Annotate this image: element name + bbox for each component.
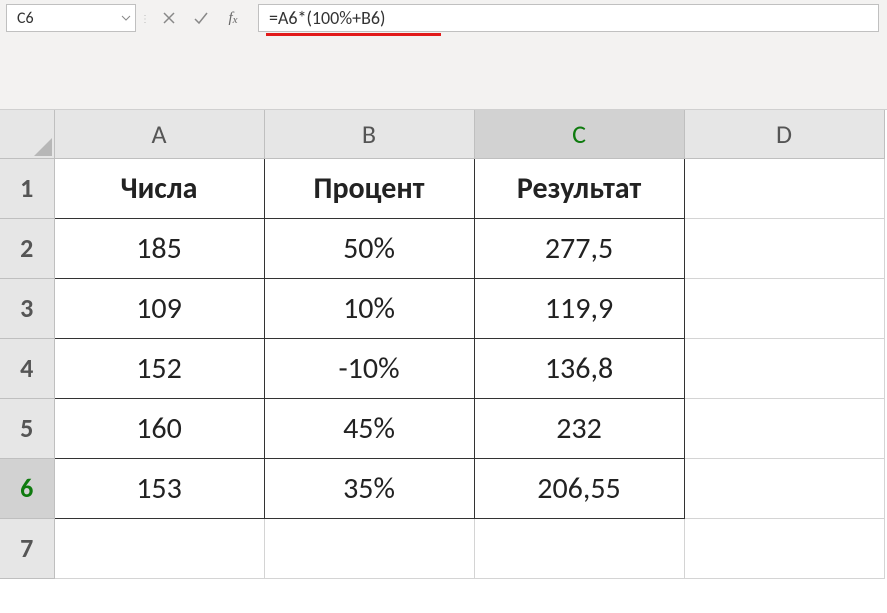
cell-a3[interactable]: 109 bbox=[54, 278, 264, 338]
name-box-value: C6 bbox=[17, 9, 34, 28]
row-header-5[interactable]: 5 bbox=[0, 398, 54, 458]
cell-d5[interactable] bbox=[684, 398, 884, 458]
row-header-7[interactable]: 7 bbox=[0, 518, 54, 578]
cell-a7[interactable] bbox=[54, 518, 264, 578]
cell-a4[interactable]: 152 bbox=[54, 338, 264, 398]
cell-d2[interactable] bbox=[684, 218, 884, 278]
cell-d1[interactable] bbox=[684, 158, 884, 218]
formula-bar-buttons: fx bbox=[150, 4, 252, 32]
fx-icon[interactable]: fx bbox=[222, 7, 244, 29]
cell-a1[interactable]: Числа bbox=[54, 158, 264, 218]
spreadsheet-grid: A B C D 1 Числа Процент Результат 2 185 … bbox=[0, 110, 887, 579]
formula-bar: C6 ⋮ fx =A6*(100%+B6) bbox=[0, 0, 887, 110]
cell-c6[interactable]: 206,55 bbox=[474, 458, 684, 518]
cell-c4[interactable]: 136,8 bbox=[474, 338, 684, 398]
cell-d6[interactable] bbox=[684, 458, 884, 518]
select-all-corner[interactable] bbox=[0, 110, 54, 158]
col-header-d[interactable]: D bbox=[684, 110, 884, 158]
cell-b4[interactable]: -10% bbox=[264, 338, 474, 398]
divider-handle[interactable]: ⋮ bbox=[142, 4, 148, 32]
cell-c7[interactable] bbox=[474, 518, 684, 578]
row-header-4[interactable]: 4 bbox=[0, 338, 54, 398]
cell-b1[interactable]: Процент bbox=[264, 158, 474, 218]
cell-a6[interactable]: 153 bbox=[54, 458, 264, 518]
row-header-2[interactable]: 2 bbox=[0, 218, 54, 278]
col-header-b[interactable]: B bbox=[264, 110, 474, 158]
cell-b5[interactable]: 45% bbox=[264, 398, 474, 458]
row-header-6[interactable]: 6 bbox=[0, 458, 54, 518]
cell-b6[interactable]: 35% bbox=[264, 458, 474, 518]
col-header-c[interactable]: C bbox=[474, 110, 684, 158]
cell-d4[interactable] bbox=[684, 338, 884, 398]
enter-icon[interactable] bbox=[190, 7, 212, 29]
col-header-a[interactable]: A bbox=[54, 110, 264, 158]
cell-c5[interactable]: 232 bbox=[474, 398, 684, 458]
formula-underline bbox=[266, 33, 441, 36]
cell-b2[interactable]: 50% bbox=[264, 218, 474, 278]
cell-c3[interactable]: 119,9 bbox=[474, 278, 684, 338]
cell-c2[interactable]: 277,5 bbox=[474, 218, 684, 278]
cell-b7[interactable] bbox=[264, 518, 474, 578]
name-box[interactable]: C6 bbox=[6, 4, 136, 32]
chevron-down-icon[interactable] bbox=[121, 9, 131, 28]
cell-d7[interactable] bbox=[684, 518, 884, 578]
formula-input-container: =A6*(100%+B6) bbox=[258, 4, 879, 32]
cancel-icon[interactable] bbox=[158, 7, 180, 29]
formula-input[interactable]: =A6*(100%+B6) bbox=[258, 4, 879, 32]
cell-b3[interactable]: 10% bbox=[264, 278, 474, 338]
cell-d3[interactable] bbox=[684, 278, 884, 338]
row-header-1[interactable]: 1 bbox=[0, 158, 54, 218]
cell-c1[interactable]: Результат bbox=[474, 158, 684, 218]
cell-a5[interactable]: 160 bbox=[54, 398, 264, 458]
cell-a2[interactable]: 185 bbox=[54, 218, 264, 278]
row-header-3[interactable]: 3 bbox=[0, 278, 54, 338]
